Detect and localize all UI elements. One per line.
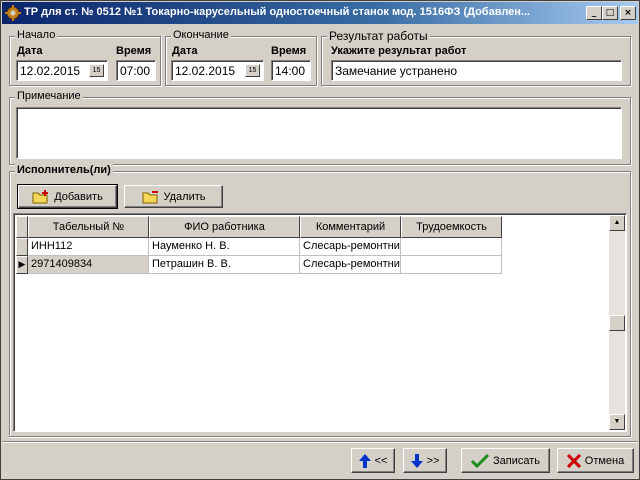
gear-icon bbox=[5, 5, 21, 21]
column-header-name[interactable]: ФИО работника bbox=[149, 216, 300, 238]
result-group-title: Результат работы bbox=[327, 29, 430, 43]
minimize-button[interactable]: _ bbox=[586, 6, 602, 20]
result-label: Укажите результат работ bbox=[331, 45, 467, 57]
start-date-value: 12.02.2015 bbox=[20, 64, 81, 78]
grid-header: Табельный № ФИО работника Комментарий Тр… bbox=[16, 216, 502, 238]
maximize-button[interactable]: □ bbox=[602, 6, 618, 20]
end-date-value: 12.02.2015 bbox=[175, 64, 236, 78]
calendar-icon[interactable]: 15 bbox=[89, 64, 104, 77]
current-row-marker: ▶ bbox=[18, 260, 26, 270]
add-folder-icon bbox=[32, 189, 49, 203]
next-button[interactable]: >> bbox=[403, 448, 447, 473]
end-date-label: Дата bbox=[172, 45, 198, 57]
close-button[interactable]: × bbox=[620, 6, 636, 20]
cross-icon bbox=[566, 453, 581, 468]
start-group-title: Начало bbox=[15, 29, 58, 41]
add-executor-label: Добавить bbox=[54, 190, 103, 203]
table-row[interactable]: ИНН112 Науменко Н. В. Слесарь-ремонтни bbox=[16, 238, 502, 256]
end-time-label: Время bbox=[271, 45, 307, 57]
table-row[interactable]: ▶ 2971409834 Петрашин В. В. Слесарь-ремо… bbox=[16, 256, 502, 274]
previous-button[interactable]: << bbox=[351, 448, 395, 473]
start-group: Начало Дата Время 12.02.2015 15 07:00 bbox=[9, 29, 161, 86]
column-header-labor[interactable]: Трудоемкость bbox=[401, 216, 502, 238]
result-field[interactable]: Замечание устранено bbox=[331, 60, 622, 81]
arrow-up-icon bbox=[358, 453, 371, 468]
start-time-label: Время bbox=[116, 45, 152, 57]
next-label: >> bbox=[426, 454, 440, 467]
cell-labor[interactable] bbox=[401, 238, 502, 256]
dialog-window: ТР для ст. № 0512 №1 Токарно-карусельный… bbox=[0, 0, 640, 480]
cancel-label: Отмена bbox=[584, 454, 625, 467]
start-date-label: Дата bbox=[17, 45, 43, 57]
executors-grid[interactable]: Табельный № ФИО работника Комментарий Тр… bbox=[13, 213, 627, 432]
cell-comment[interactable]: Слесарь-ремонтни bbox=[300, 238, 401, 256]
cell-comment[interactable]: Слесарь-ремонтни bbox=[300, 256, 401, 274]
cell-tab-number[interactable]: 2971409834 bbox=[28, 256, 149, 274]
executors-group-title: Исполнитель(ли) bbox=[15, 164, 113, 176]
title-bar: ТР для ст. № 0512 №1 Токарно-карусельный… bbox=[2, 2, 638, 24]
previous-label: << bbox=[374, 454, 388, 467]
cancel-button[interactable]: Отмена bbox=[557, 448, 634, 473]
column-header-tab-number[interactable]: Табельный № bbox=[28, 216, 149, 238]
cell-name[interactable]: Науменко Н. В. bbox=[149, 238, 300, 256]
cell-tab-number[interactable]: ИНН112 bbox=[28, 238, 149, 256]
delete-executor-button[interactable]: Удалить bbox=[124, 185, 223, 208]
start-time-field[interactable]: 07:00 bbox=[116, 60, 156, 81]
end-date-field[interactable]: 12.02.2015 15 bbox=[171, 60, 264, 81]
end-time-field[interactable]: 14:00 bbox=[271, 60, 311, 81]
note-group-title: Примечание bbox=[15, 90, 83, 102]
scroll-down-icon[interactable]: ▼ bbox=[609, 414, 625, 430]
start-date-field[interactable]: 12.02.2015 15 bbox=[16, 60, 108, 81]
window-title: ТР для ст. № 0512 №1 Токарно-карусельный… bbox=[24, 6, 531, 18]
end-group-title: Окончание bbox=[171, 29, 231, 41]
end-group: Окончание Дата Время 12.02.2015 15 14:00 bbox=[165, 29, 317, 86]
save-button[interactable]: Записать bbox=[461, 448, 550, 473]
result-group: Результат работы Укажите результат работ… bbox=[321, 29, 631, 86]
remove-folder-icon bbox=[142, 190, 158, 203]
note-group: Примечание bbox=[9, 90, 631, 165]
cell-labor[interactable] bbox=[401, 256, 502, 274]
add-executor-button[interactable]: Добавить bbox=[17, 184, 118, 209]
checkmark-icon bbox=[470, 453, 489, 468]
vertical-scrollbar[interactable]: ▲ ▼ bbox=[609, 215, 625, 430]
grid-corner bbox=[16, 216, 28, 238]
scroll-thumb[interactable] bbox=[609, 315, 625, 331]
arrow-down-icon bbox=[410, 453, 423, 468]
calendar-icon[interactable]: 15 bbox=[245, 64, 260, 77]
cell-name[interactable]: Петрашин В. В. bbox=[149, 256, 300, 274]
current-row-icon[interactable]: ▶ bbox=[16, 256, 28, 274]
row-indicator[interactable] bbox=[16, 238, 28, 256]
delete-executor-label: Удалить bbox=[163, 190, 206, 203]
note-textarea[interactable] bbox=[16, 107, 622, 159]
column-header-comment[interactable]: Комментарий bbox=[300, 216, 401, 238]
save-label: Записать bbox=[492, 454, 540, 467]
scroll-up-icon[interactable]: ▲ bbox=[609, 215, 625, 231]
